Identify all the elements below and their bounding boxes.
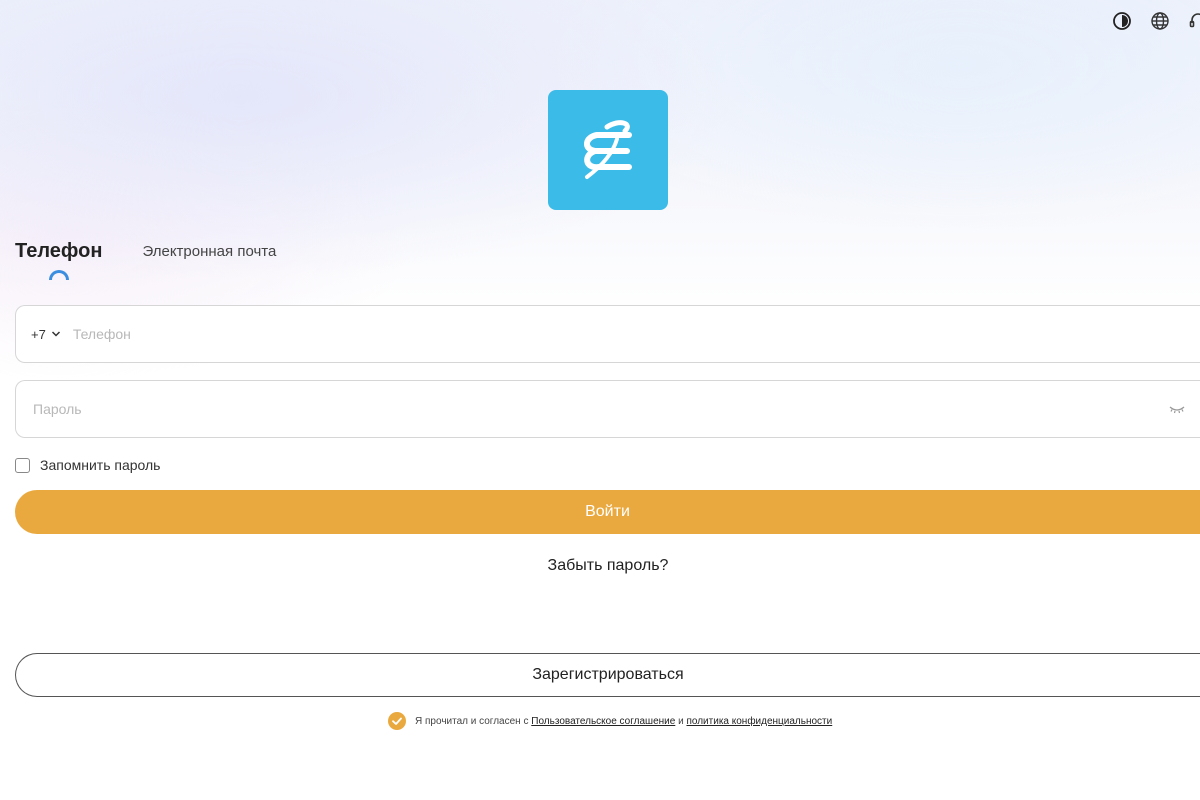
country-code-value: +7 <box>31 326 46 342</box>
password-input[interactable] <box>31 380 1168 438</box>
tab-email[interactable]: Электронная почта <box>142 243 276 263</box>
forgot-password-link[interactable]: Забыть пароль? <box>0 557 1200 575</box>
login-method-tabs: Телефон Электронная почта <box>15 240 276 280</box>
terms-link[interactable]: Пользовательское соглашение <box>531 716 675 727</box>
remember-label: Запомнить пароль <box>40 457 161 473</box>
headset-icon[interactable] <box>1188 11 1200 31</box>
privacy-link[interactable]: политика конфиденциальности <box>686 716 832 727</box>
phone-input[interactable] <box>70 305 1200 363</box>
country-code-select[interactable]: +7 <box>31 327 61 342</box>
chevron-down-icon <box>51 331 60 337</box>
register-button[interactable]: Зарегистрироваться <box>15 653 1200 697</box>
remember-password: Запомнить пароль <box>15 457 160 473</box>
password-field <box>15 380 1200 438</box>
phone-field: +7 <box>15 305 1200 363</box>
app-logo <box>548 90 668 210</box>
logo-mark-icon <box>584 120 632 179</box>
agreement-check-icon[interactable] <box>388 712 406 730</box>
eye-closed-icon[interactable] <box>1168 400 1186 418</box>
login-button[interactable]: Войти <box>15 490 1200 534</box>
globe-icon[interactable] <box>1150 11 1170 31</box>
active-tab-indicator <box>49 270 69 280</box>
agreement-prefix: Я прочитал и согласен с <box>415 715 529 727</box>
agreement: Я прочитал и согласен с Пользовательское… <box>388 712 832 730</box>
tab-phone[interactable]: Телефон <box>15 240 102 263</box>
top-toolbar <box>1112 11 1200 31</box>
remember-checkbox[interactable] <box>15 457 30 473</box>
contrast-icon[interactable] <box>1112 11 1132 31</box>
